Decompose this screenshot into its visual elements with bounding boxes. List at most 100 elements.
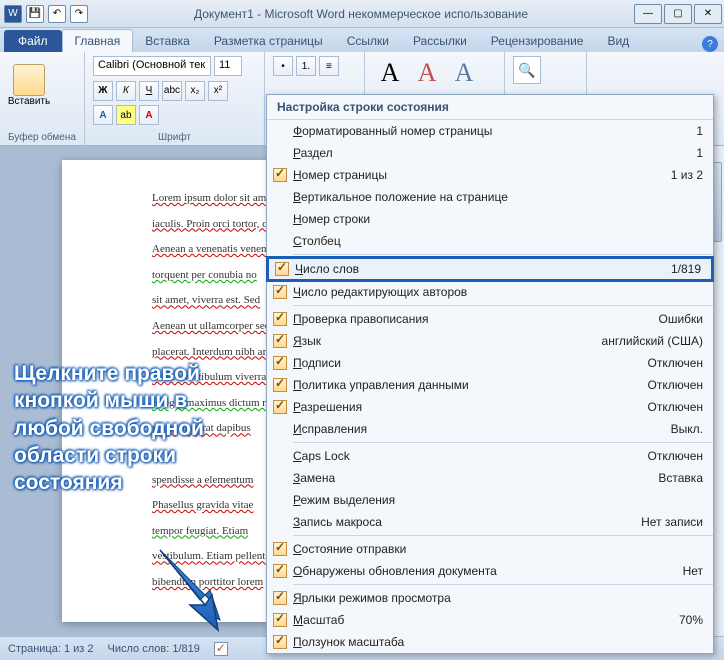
- ctxmenu-item[interactable]: Политика управления даннымиОтключен: [267, 374, 713, 396]
- find-button[interactable]: 🔍: [513, 56, 541, 84]
- tab-view[interactable]: Вид: [595, 30, 641, 52]
- help-icon[interactable]: ?: [702, 36, 718, 52]
- ctxmenu-value: 1 из 2: [665, 168, 703, 182]
- ctxmenu-item[interactable]: Caps LockОтключен: [267, 445, 713, 467]
- ctxmenu-item[interactable]: Столбец: [267, 230, 713, 252]
- style-preview-1[interactable]: A: [373, 56, 407, 90]
- ctxmenu-item[interactable]: Языканглийский (США): [267, 330, 713, 352]
- bullets-button[interactable]: •: [273, 56, 293, 76]
- word-icon: W: [4, 5, 22, 23]
- ctxmenu-label: Ползунок масштаба: [293, 635, 697, 649]
- ctxmenu-item[interactable]: Вертикальное положение на странице: [267, 186, 713, 208]
- ctxmenu-item[interactable]: Ярлыки режимов просмотра: [267, 587, 713, 609]
- window-buttons: — ▢ ✕: [634, 4, 724, 24]
- ctxmenu-check-column: [267, 285, 293, 299]
- tab-mailings[interactable]: Рассылки: [401, 30, 479, 52]
- ctxmenu-label: Число редактирующих авторов: [293, 285, 697, 299]
- check-icon: [273, 542, 287, 556]
- ctxmenu-value: Отключен: [641, 449, 703, 463]
- numbering-button[interactable]: 1.: [296, 56, 316, 76]
- undo-icon[interactable]: ↶: [48, 5, 66, 23]
- check-icon: [273, 312, 287, 326]
- minimize-button[interactable]: —: [634, 4, 662, 24]
- instruction-overlay: Щелкните правой кнопкой мыши в любой сво…: [14, 360, 244, 496]
- redo-icon[interactable]: ↷: [70, 5, 88, 23]
- ctxmenu-label: Замена: [293, 471, 652, 485]
- status-spellcheck-icon[interactable]: [214, 642, 228, 656]
- ctxmenu-item[interactable]: Ползунок масштаба: [267, 631, 713, 653]
- ctxmenu-label: Обнаружены обновления документа: [293, 564, 677, 578]
- multilevel-button[interactable]: ≡: [319, 56, 339, 76]
- ctxmenu-label: Caps Lock: [293, 449, 641, 463]
- quick-access-toolbar: W 💾 ↶ ↷: [0, 5, 88, 23]
- ctxmenu-item[interactable]: ПодписиОтключен: [267, 352, 713, 374]
- ctxmenu-item[interactable]: ЗаменаВставка: [267, 467, 713, 489]
- font-name-combo[interactable]: Calibri (Основной тек: [93, 56, 211, 76]
- font-size-combo[interactable]: 11: [214, 56, 242, 76]
- ctxmenu-item[interactable]: Обнаружены обновления документаНет: [267, 560, 713, 582]
- check-icon: [273, 168, 287, 182]
- ctxmenu-value: 1/819: [665, 262, 701, 276]
- ctxmenu-label: Режим выделения: [293, 493, 697, 507]
- ctxmenu-item[interactable]: Проверка правописанияОшибки: [267, 308, 713, 330]
- font-color-button[interactable]: A: [139, 105, 159, 125]
- sup-button[interactable]: x²: [208, 81, 228, 101]
- style-preview-2[interactable]: A: [410, 56, 444, 90]
- ctxmenu-item[interactable]: Форматированный номер страницы1: [267, 120, 713, 142]
- ctxmenu-check-column: [267, 542, 293, 556]
- italic-button[interactable]: К: [116, 81, 136, 101]
- style-preview-3[interactable]: A: [447, 56, 481, 90]
- ctxmenu-item[interactable]: Номер строки: [267, 208, 713, 230]
- ctxmenu-value: Ошибки: [653, 312, 704, 326]
- ctxmenu-item[interactable]: Номер страницы1 из 2: [267, 164, 713, 186]
- group-font: Calibri (Основной тек 11 Ж К Ч abc x₂ x²…: [85, 52, 265, 145]
- check-icon: [273, 356, 287, 370]
- file-tab[interactable]: Файл: [4, 30, 62, 52]
- ctxmenu-item[interactable]: Запись макросаНет записи: [267, 511, 713, 533]
- tab-home[interactable]: Главная: [62, 29, 134, 52]
- highlight-button[interactable]: ab: [116, 105, 136, 125]
- paste-icon: [13, 64, 45, 96]
- check-icon: [273, 564, 287, 578]
- ctxmenu-check-column: [267, 400, 293, 414]
- ctxmenu-value: Вставка: [652, 471, 703, 485]
- tab-layout[interactable]: Разметка страницы: [202, 30, 335, 52]
- clipboard-label: Буфер обмена: [8, 132, 76, 143]
- save-icon[interactable]: 💾: [26, 5, 44, 23]
- effects-button[interactable]: A: [93, 105, 113, 125]
- ctxmenu-label: Раздел: [293, 146, 690, 160]
- ctxmenu-item[interactable]: ИсправленияВыкл.: [267, 418, 713, 440]
- arrow-icon: [150, 540, 250, 640]
- ctxmenu-value: 70%: [673, 613, 703, 627]
- ctxmenu-check-column: [267, 168, 293, 182]
- ctxmenu-label: Номер строки: [293, 212, 697, 226]
- check-icon: [273, 285, 287, 299]
- ctxmenu-item[interactable]: Число слов1/819: [266, 256, 714, 282]
- maximize-button[interactable]: ▢: [664, 4, 692, 24]
- close-button[interactable]: ✕: [694, 4, 722, 24]
- tab-review[interactable]: Рецензирование: [479, 30, 596, 52]
- ctxmenu-value: Нет записи: [635, 515, 703, 529]
- strike-button[interactable]: abc: [162, 81, 182, 101]
- tab-references[interactable]: Ссылки: [335, 30, 401, 52]
- ctxmenu-item[interactable]: Раздел1: [267, 142, 713, 164]
- ctxmenu-item[interactable]: Состояние отправки: [267, 538, 713, 560]
- ctxmenu-check-column: [267, 378, 293, 392]
- ctxmenu-item[interactable]: Режим выделения: [267, 489, 713, 511]
- ctxmenu-item[interactable]: Число редактирующих авторов: [267, 281, 713, 303]
- status-words[interactable]: Число слов: 1/819: [108, 643, 200, 655]
- ctxmenu-value: 1: [690, 124, 703, 138]
- bold-button[interactable]: Ж: [93, 81, 113, 101]
- status-page[interactable]: Страница: 1 из 2: [8, 643, 94, 655]
- ctxmenu-item[interactable]: Масштаб70%: [267, 609, 713, 631]
- ctxmenu-label: Столбец: [293, 234, 697, 248]
- tab-insert[interactable]: Вставка: [133, 30, 202, 52]
- ctxmenu-item[interactable]: РазрешенияОтключен: [267, 396, 713, 418]
- paste-button[interactable]: Вставить: [8, 56, 50, 114]
- ctxmenu-check-column: [269, 262, 295, 276]
- sub-button[interactable]: x₂: [185, 81, 205, 101]
- underline-button[interactable]: Ч: [139, 81, 159, 101]
- ctxmenu-check-column: [267, 635, 293, 649]
- ctxmenu-label: Номер страницы: [293, 168, 665, 182]
- ctxmenu-label: Исправления: [293, 422, 665, 436]
